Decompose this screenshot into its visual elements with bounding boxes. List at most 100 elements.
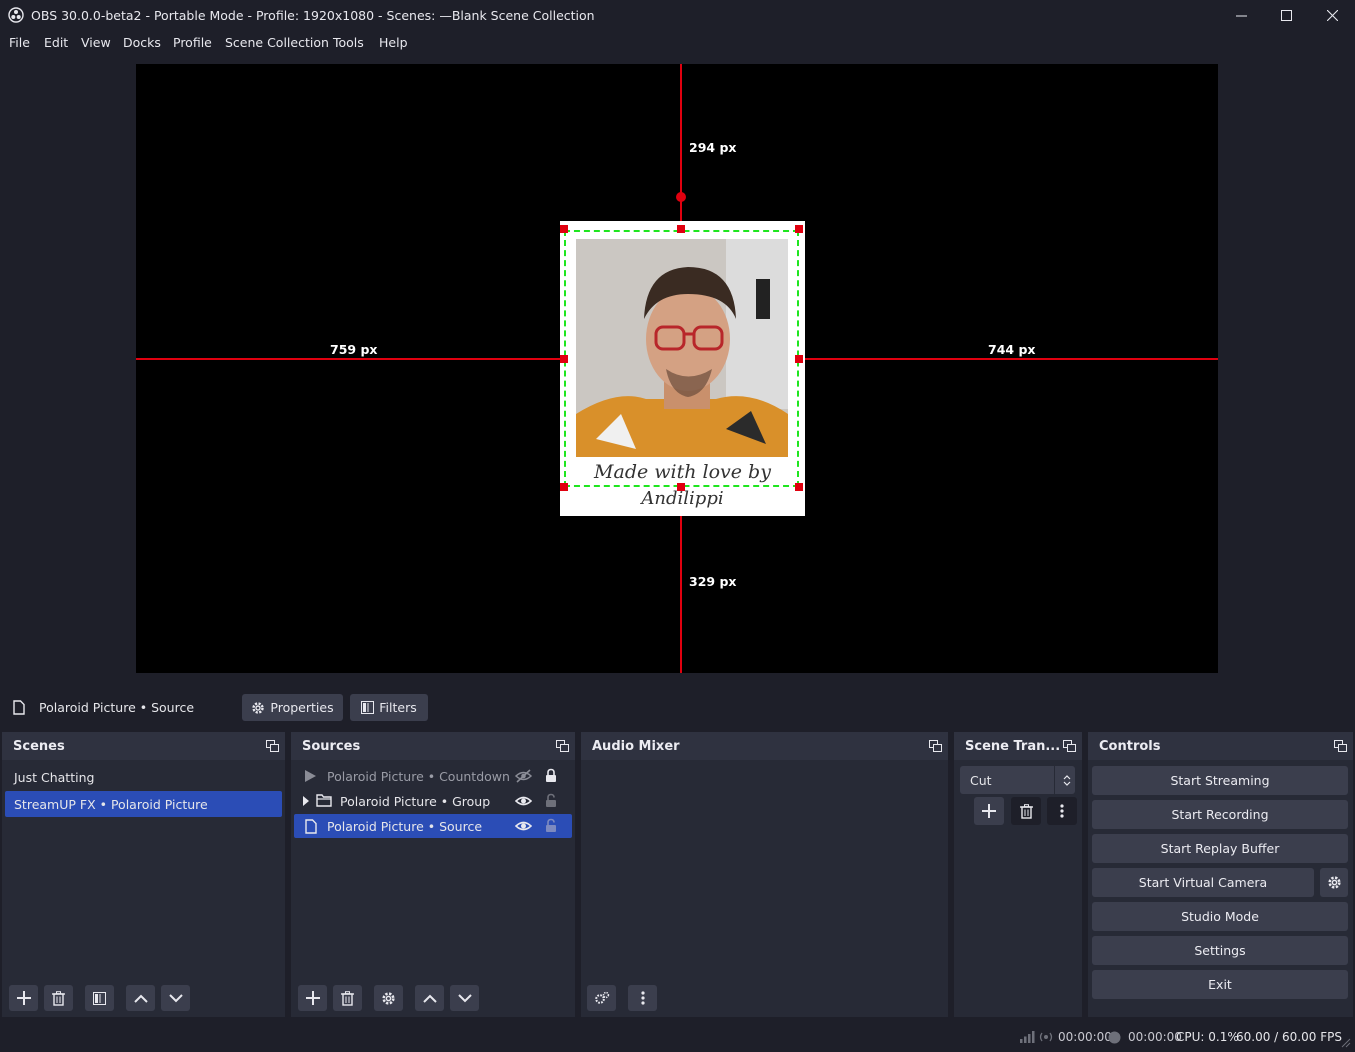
studio-mode-button[interactable]: Studio Mode <box>1092 902 1348 931</box>
scene-transitions-title: Scene Tran... <box>965 739 1061 754</box>
controls-title: Controls <box>1099 739 1161 754</box>
remove-source-button[interactable] <box>333 985 362 1011</box>
remove-transition-button[interactable] <box>1011 797 1041 825</box>
chevron-down-icon <box>168 993 183 1002</box>
chevron-up-icon <box>422 994 437 1003</box>
source-item-selected[interactable]: Polaroid Picture • Source <box>294 814 572 838</box>
close-icon <box>1326 10 1338 21</box>
transition-properties-button[interactable] <box>1047 797 1077 825</box>
chevron-up-icon <box>133 994 148 1003</box>
float-dock-icon[interactable] <box>266 740 279 752</box>
source-toolbar: Polaroid Picture • Source Properties Fil… <box>0 686 1355 728</box>
add-source-button[interactable] <box>298 985 327 1011</box>
menu-tools[interactable]: Tools <box>333 35 364 50</box>
filters-button[interactable]: Filters <box>350 694 428 721</box>
source-item[interactable]: Polaroid Picture • Group <box>294 788 572 814</box>
resize-grip-icon[interactable] <box>1341 1038 1351 1048</box>
distance-label-bottom: 329 px <box>689 574 737 589</box>
stream-time: 00:00:00 <box>1058 1030 1112 1044</box>
start-recording-button[interactable]: Start Recording <box>1092 800 1348 829</box>
streaming-status-icon <box>1039 1032 1053 1042</box>
properties-button[interactable]: Properties <box>242 694 343 721</box>
scenes-dock-header: Scenes <box>2 732 285 760</box>
menu-file[interactable]: File <box>9 35 30 50</box>
resize-handle-br[interactable] <box>795 483 803 491</box>
move-scene-up-button[interactable] <box>126 985 155 1011</box>
trash-icon <box>341 990 354 1006</box>
minimize-icon <box>1235 15 1247 17</box>
eye-icon[interactable] <box>515 819 532 833</box>
distance-label-right: 744 px <box>988 342 1036 357</box>
folder-icon <box>316 794 332 807</box>
file-icon <box>13 700 25 715</box>
virtual-camera-settings-button[interactable] <box>1320 868 1348 897</box>
eye-icon[interactable] <box>515 794 532 808</box>
audio-mixer-menu-button[interactable] <box>628 985 657 1011</box>
menu-view[interactable]: View <box>81 35 111 50</box>
source-item-label: Polaroid Picture • Countdown <box>327 768 510 784</box>
scene-item-selected[interactable]: StreamUP FX • Polaroid Picture <box>5 791 282 817</box>
chevron-right-icon[interactable] <box>303 796 309 806</box>
controls-dock-header: Controls <box>1088 732 1353 760</box>
plus-icon <box>305 991 320 1005</box>
minimize-button[interactable] <box>1218 0 1264 31</box>
close-button[interactable] <box>1309 0 1355 31</box>
preview-canvas[interactable]: 294 px 759 px 744 px 329 px Made with lo… <box>136 64 1218 673</box>
resize-handle-mr[interactable] <box>795 355 803 363</box>
float-dock-icon[interactable] <box>1063 740 1076 752</box>
transition-selected-value: Cut <box>970 773 992 788</box>
start-virtual-camera-button[interactable]: Start Virtual Camera <box>1092 868 1314 897</box>
move-source-up-button[interactable] <box>415 985 444 1011</box>
menu-docks[interactable]: Docks <box>123 35 161 50</box>
float-dock-icon[interactable] <box>929 740 942 752</box>
resize-handle-ml[interactable] <box>560 355 568 363</box>
sources-dock: Sources Polaroid Picture • Countdown Pol… <box>291 732 575 1017</box>
float-dock-icon[interactable] <box>1334 740 1347 752</box>
remove-scene-button[interactable] <box>44 985 73 1011</box>
start-replay-buffer-button[interactable]: Start Replay Buffer <box>1092 834 1348 863</box>
menu-help[interactable]: Help <box>379 35 408 50</box>
settings-button[interactable]: Settings <box>1092 936 1348 965</box>
maximize-button[interactable] <box>1263 0 1309 31</box>
start-streaming-button[interactable]: Start Streaming <box>1092 766 1348 795</box>
scene-item[interactable]: Just Chatting <box>5 764 282 790</box>
move-scene-down-button[interactable] <box>161 985 190 1011</box>
menu-scene-collection[interactable]: Scene Collection <box>225 35 329 50</box>
unlock-icon[interactable] <box>545 793 557 808</box>
selection-bounding-box[interactable] <box>564 230 799 487</box>
resize-handle-bc[interactable] <box>677 483 685 491</box>
file-icon <box>305 819 317 834</box>
scenes-title: Scenes <box>13 739 65 754</box>
scene-filters-button[interactable] <box>85 985 114 1011</box>
gear-icon <box>252 701 265 714</box>
exit-button[interactable]: Exit <box>1092 970 1348 999</box>
menu-profile[interactable]: Profile <box>173 35 212 50</box>
more-vertical-icon <box>640 991 645 1005</box>
resize-handle-tc[interactable] <box>677 225 685 233</box>
filters-label: Filters <box>379 700 417 715</box>
source-item-label: Polaroid Picture • Group <box>340 793 491 809</box>
add-scene-button[interactable] <box>9 985 38 1011</box>
source-item[interactable]: Polaroid Picture • Countdown <box>294 763 572 789</box>
obs-logo-icon <box>8 7 24 23</box>
menu-edit[interactable]: Edit <box>44 35 68 50</box>
move-source-down-button[interactable] <box>450 985 479 1011</box>
source-properties-button[interactable] <box>374 985 403 1011</box>
resize-handle-tr[interactable] <box>795 225 803 233</box>
eye-hidden-icon[interactable] <box>515 769 532 783</box>
resize-handle-tl[interactable] <box>560 225 568 233</box>
transition-select[interactable]: Cut <box>960 766 1075 794</box>
record-time: 00:00:00 <box>1128 1030 1182 1044</box>
float-dock-icon[interactable] <box>556 740 569 752</box>
fps-readout: 60.00 / 60.00 FPS <box>1236 1030 1342 1044</box>
lock-icon[interactable] <box>545 768 557 783</box>
advanced-audio-properties-button[interactable] <box>587 985 616 1011</box>
audio-mixer-title: Audio Mixer <box>592 739 680 754</box>
unlock-icon[interactable] <box>545 818 557 833</box>
resize-handle-bl[interactable] <box>560 483 568 491</box>
add-transition-button[interactable] <box>974 797 1004 825</box>
distance-label-left: 759 px <box>330 342 378 357</box>
rotation-handle[interactable] <box>676 192 686 202</box>
play-icon <box>305 770 316 782</box>
scene-transitions-dock: Scene Tran... Cut <box>954 732 1082 1017</box>
